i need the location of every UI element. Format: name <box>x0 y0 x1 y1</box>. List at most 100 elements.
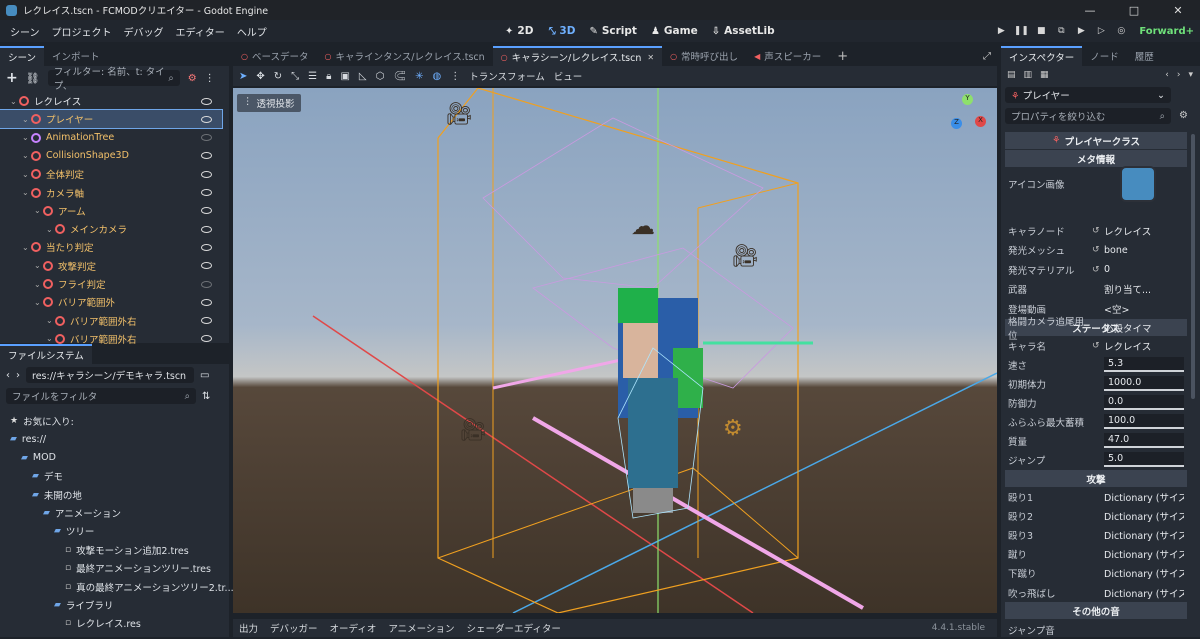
revert-icon[interactable]: ↺ <box>1092 245 1104 255</box>
projection-label[interactable]: ⋮ 透視投影 <box>237 94 301 112</box>
expand-arrow-icon[interactable]: ⌄ <box>46 334 55 343</box>
distraction-free-icon[interactable]: ⤢ <box>983 51 991 62</box>
property-row[interactable]: 格闘カメラ追尾用位 必殺タイマ <box>1008 317 1184 342</box>
visibility-icon[interactable] <box>201 335 212 343</box>
pause-icon[interactable]: ❚❚ <box>1011 26 1031 36</box>
property-value[interactable]: Dictionary (サイズ 6 <box>1104 566 1184 580</box>
inspector-scrollbar[interactable] <box>1191 134 1195 399</box>
node-selector[interactable]: ⚘ プレイヤー ⌄ <box>1005 87 1171 103</box>
tab-scene[interactable]: シーン <box>0 46 45 66</box>
expand-arrow-icon[interactable]: ⌄ <box>22 115 31 124</box>
expand-arrow-icon[interactable]: ⌄ <box>34 298 43 307</box>
property-row[interactable]: 武器 割り当て... <box>1008 280 1184 299</box>
editor-tab[interactable]: ○ キャラシーン/レクレイス.tscn ✕ <box>492 46 663 66</box>
expand-arrow-icon[interactable]: ⌄ <box>34 261 43 270</box>
property-value[interactable]: 0 <box>1104 264 1184 275</box>
scene-node[interactable]: ⌄ アーム <box>0 202 222 220</box>
3d-viewport[interactable]: ⋮ 透視投影 🎥︎ 🎥︎ 🎥︎ ☁ ⚙ Y X Z <box>233 88 997 613</box>
camera-icon[interactable]: 🎥︎ <box>459 418 487 443</box>
menu-editor[interactable]: エディター <box>170 24 231 39</box>
section-meta[interactable]: メタ情報 <box>1005 150 1187 167</box>
expand-arrow-icon[interactable]: ⌄ <box>22 188 31 197</box>
menu-project[interactable]: プロジェクト <box>46 24 118 39</box>
file-item[interactable]: ▰ ツリー <box>0 522 220 540</box>
property-options-icon[interactable]: ⚙ <box>1179 110 1188 121</box>
group-icon[interactable]: ▣ <box>340 71 349 82</box>
expand-arrow-icon[interactable]: ⌄ <box>46 316 55 325</box>
expand-arrow-icon[interactable]: ⌄ <box>46 225 55 234</box>
revert-icon[interactable]: ↺ <box>1092 226 1104 236</box>
expand-arrow-icon[interactable]: ⌄ <box>10 97 19 106</box>
editor-tab[interactable]: ○ 常時呼び出し <box>662 46 746 66</box>
file-item[interactable]: ▰ MOD <box>0 449 220 467</box>
property-value[interactable]: Dictionary (サイズ 6 <box>1104 547 1184 561</box>
transform-menu[interactable]: トランスフォーム <box>469 69 545 83</box>
property-row[interactable]: 速さ 5.3 <box>1008 355 1184 374</box>
visibility-icon[interactable] <box>201 189 212 196</box>
property-row[interactable]: 殴り2 Dictionary (サイズ 6 <box>1008 506 1184 525</box>
remote-debug-icon[interactable]: ⧉ <box>1051 26 1071 36</box>
lock-icon[interactable]: 🔒︎ <box>326 71 331 82</box>
workspace-3d[interactable]: ⤡ 3D <box>547 25 575 37</box>
tab-output[interactable]: 出力 <box>239 621 258 635</box>
godot-icon[interactable] <box>1120 166 1156 202</box>
workspace-game[interactable]: ♟ Game <box>651 25 698 37</box>
tab-filesystem[interactable]: ファイルシステム <box>0 344 92 364</box>
sort-icon[interactable]: ⇅ <box>202 391 210 402</box>
visibility-icon[interactable] <box>201 317 212 325</box>
new-tab-icon[interactable]: + <box>837 49 848 64</box>
file-item[interactable]: ▰ デモ <box>0 467 220 485</box>
property-value[interactable]: 47.0 <box>1104 433 1184 448</box>
scene-node[interactable]: ⌄ バリア範囲外右 <box>0 312 222 330</box>
more-icon[interactable]: ⋮ <box>450 71 460 82</box>
revert-icon[interactable]: ↺ <box>1092 341 1104 351</box>
movie-maker-icon[interactable]: ◎ <box>1111 26 1131 36</box>
tab-import[interactable]: インポート <box>44 46 108 66</box>
property-filter-input[interactable]: プロパティを絞り込む ⌕ <box>1005 108 1171 124</box>
property-row[interactable]: キャラ名 ↺ レクレイス <box>1008 336 1184 355</box>
property-row[interactable]: 初期体力 1000.0 <box>1008 374 1184 393</box>
property-value[interactable]: 割り当て... <box>1104 282 1184 296</box>
close-button[interactable]: ✕ <box>1156 0 1200 20</box>
play-icon[interactable]: ▶ <box>991 26 1011 36</box>
visibility-icon[interactable] <box>201 298 212 306</box>
visibility-icon[interactable] <box>201 170 212 178</box>
visibility-icon[interactable] <box>201 115 212 123</box>
expand-arrow-icon[interactable]: ⌄ <box>22 151 31 160</box>
file-item[interactable]: ▫ 真の最終アニメーションツリー2.tr... <box>0 578 234 596</box>
path-field[interactable]: res://キャラシーン/デモキャラ.tscn <box>26 367 194 383</box>
camera-icon[interactable]: 🎥︎ <box>445 102 473 127</box>
visibility-icon[interactable] <box>201 97 212 105</box>
tab-node[interactable]: ノード <box>1082 46 1127 66</box>
menu-debug[interactable]: デバッグ <box>118 24 170 39</box>
visibility-icon[interactable] <box>201 243 212 251</box>
property-value[interactable]: 必殺タイマ <box>1104 321 1184 335</box>
scale-tool-icon[interactable]: ⤡ <box>291 71 299 82</box>
property-row[interactable]: アイコン画像 <box>1008 166 1184 202</box>
expand-arrow-icon[interactable]: ⌄ <box>22 170 31 179</box>
filter-options-icon[interactable]: ⚙ <box>188 73 197 84</box>
move-tool-icon[interactable]: ✥ <box>256 71 264 82</box>
audio-icon[interactable]: ⚙ <box>723 416 743 441</box>
scene-node[interactable]: ⌄ レクレイス <box>0 92 222 110</box>
object-history-icon[interactable]: ▾ <box>1188 70 1193 80</box>
tab-animation[interactable]: アニメーション <box>388 621 454 635</box>
file-item[interactable]: ▰ アニメーション <box>0 504 220 522</box>
visibility-icon[interactable] <box>201 152 212 160</box>
play-current-icon[interactable]: ▶ <box>1071 26 1091 36</box>
expand-arrow-icon[interactable]: ⌄ <box>22 243 31 252</box>
save-resource-icon[interactable]: ▦ <box>1040 70 1049 80</box>
stop-icon[interactable]: ■ <box>1031 26 1051 36</box>
property-row[interactable]: 防御力 0.0 <box>1008 393 1184 412</box>
workspace-2d[interactable]: ✦ 2D <box>505 25 533 37</box>
revert-icon[interactable]: ↺ <box>1092 265 1104 275</box>
property-value[interactable]: bone <box>1104 245 1184 256</box>
property-row[interactable]: 殴り1 Dictionary (サイズ 6 <box>1008 487 1184 506</box>
property-row[interactable]: 下蹴り Dictionary (サイズ 6 <box>1008 564 1184 583</box>
property-value[interactable]: <空> <box>1104 302 1184 316</box>
scene-node[interactable]: ⌄ カメラ軸 <box>0 184 222 202</box>
editor-tab[interactable]: ○ ベースデータ <box>233 46 317 66</box>
snap-icon[interactable]: 🧲︎ <box>393 71 406 82</box>
class-header[interactable]: ⚘ プレイヤークラス <box>1005 132 1187 149</box>
property-row[interactable]: ジャンプ音 <box>1008 620 1184 639</box>
